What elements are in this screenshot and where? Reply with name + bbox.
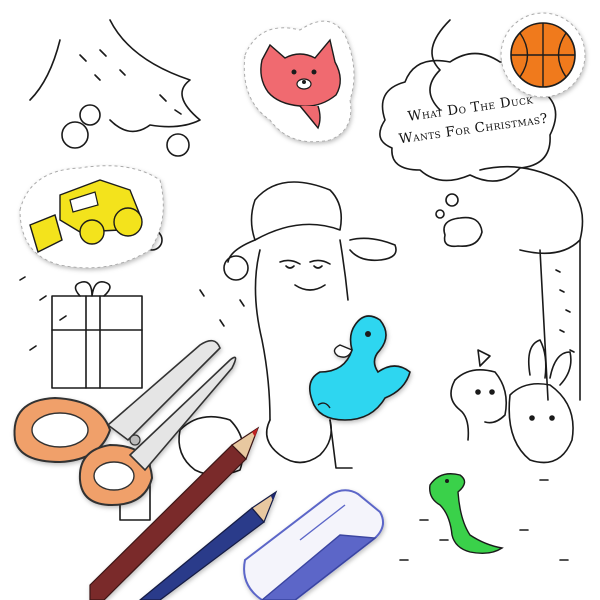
crocodile-colored[interactable] (429, 473, 504, 555)
bear-sticker[interactable] (243, 20, 355, 143)
gift-box-outline[interactable] (51, 280, 143, 389)
bulldozer-sticker[interactable] (19, 165, 164, 269)
duck-colored[interactable] (309, 315, 411, 421)
drawing-layer (13, 12, 586, 600)
basketball-sticker[interactable] (500, 12, 586, 98)
coloring-canvas[interactable]: What Do The Duck Wants For Christmas? (0, 0, 600, 600)
rabbit-outline[interactable] (508, 339, 574, 464)
elephant-outline[interactable] (450, 349, 508, 441)
